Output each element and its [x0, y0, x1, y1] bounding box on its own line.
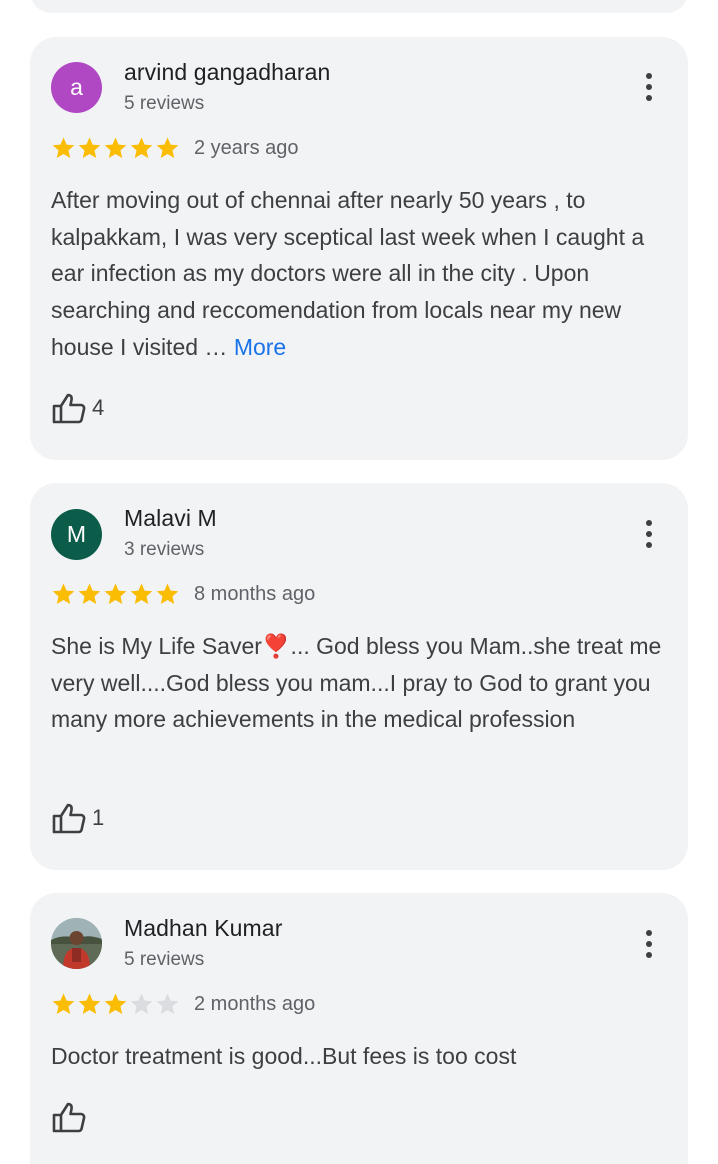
star-icon-filled: [52, 583, 75, 604]
reviewer-name[interactable]: Malavi M: [124, 505, 217, 532]
star-rating: [51, 992, 180, 1016]
review-card: a arvind gangadharan 5 reviews 2 years a…: [30, 37, 688, 460]
like-count: 1: [92, 805, 105, 830]
star-rating: [51, 136, 180, 160]
review-date: 2 months ago: [194, 992, 316, 1015]
reviewer-avatar[interactable]: a: [51, 62, 102, 113]
rating-row: 2 months ago: [51, 992, 315, 1016]
review-text-body: After moving out of chennai after nearly…: [51, 187, 645, 360]
review-card: Madhan Kumar 5 reviews 2 months ago Doct…: [30, 893, 688, 1164]
reviews-page: a arvind gangadharan 5 reviews 2 years a…: [0, 0, 718, 1164]
avatar-letter: a: [70, 74, 83, 100]
star-icon-filled: [104, 137, 127, 158]
star-icon-filled: [156, 583, 179, 604]
thumb-up-icon: [52, 803, 86, 834]
previous-review-card: [30, 0, 688, 13]
more-vert-icon[interactable]: [636, 514, 662, 554]
review-date: 8 months ago: [194, 582, 316, 605]
profile-photo: [51, 918, 102, 969]
more-link[interactable]: More: [234, 334, 286, 360]
star-icon-filled: [104, 583, 127, 604]
avatar-letter: M: [66, 521, 87, 547]
star-icon-filled: [78, 137, 101, 158]
like-button[interactable]: [52, 1101, 92, 1133]
star-icon-filled: [52, 137, 75, 158]
star-icon-filled: [78, 583, 101, 604]
rating-row: 2 years ago: [51, 136, 299, 160]
like-button[interactable]: 1: [52, 802, 104, 834]
thumb-up-icon: [52, 393, 86, 424]
review-date: 2 years ago: [194, 136, 299, 159]
reviewer-review-count: 5 reviews: [124, 949, 205, 970]
rating-row: 8 months ago: [51, 582, 315, 606]
reviewer-avatar[interactable]: M: [51, 509, 102, 560]
reviewer-avatar-photo[interactable]: [51, 918, 102, 969]
reviewer-review-count: 5 reviews: [124, 93, 205, 114]
review-text: Doctor treatment is good...But fees is t…: [51, 1038, 671, 1075]
reviewer-name[interactable]: Madhan Kumar: [124, 915, 282, 942]
star-icon-empty: [130, 993, 153, 1014]
thumb-up-icon: [52, 1102, 86, 1133]
star-icon-filled: [130, 583, 153, 604]
star-icon-filled: [104, 993, 127, 1014]
review-text-body: Doctor treatment is good...But fees is t…: [51, 1043, 517, 1069]
more-vert-icon[interactable]: [636, 924, 662, 964]
review-card: M Malavi M 3 reviews 8 months ago She is…: [30, 483, 688, 870]
star-icon-filled: [130, 137, 153, 158]
star-icon-filled: [156, 137, 179, 158]
star-icon-filled: [52, 993, 75, 1014]
more-vert-icon[interactable]: [636, 67, 662, 107]
review-text: She is My Life Saver❣️... God bless you …: [51, 628, 671, 738]
review-text: After moving out of chennai after nearly…: [51, 182, 671, 366]
reviewer-name[interactable]: arvind gangadharan: [124, 59, 330, 86]
like-count: 4: [92, 395, 105, 420]
star-icon-empty: [156, 993, 179, 1014]
review-text-body: She is My Life Saver❣️... God bless you …: [51, 633, 662, 733]
star-rating: [51, 582, 180, 606]
star-icon-filled: [78, 993, 101, 1014]
reviewer-review-count: 3 reviews: [124, 539, 205, 560]
like-button[interactable]: 4: [52, 392, 104, 424]
